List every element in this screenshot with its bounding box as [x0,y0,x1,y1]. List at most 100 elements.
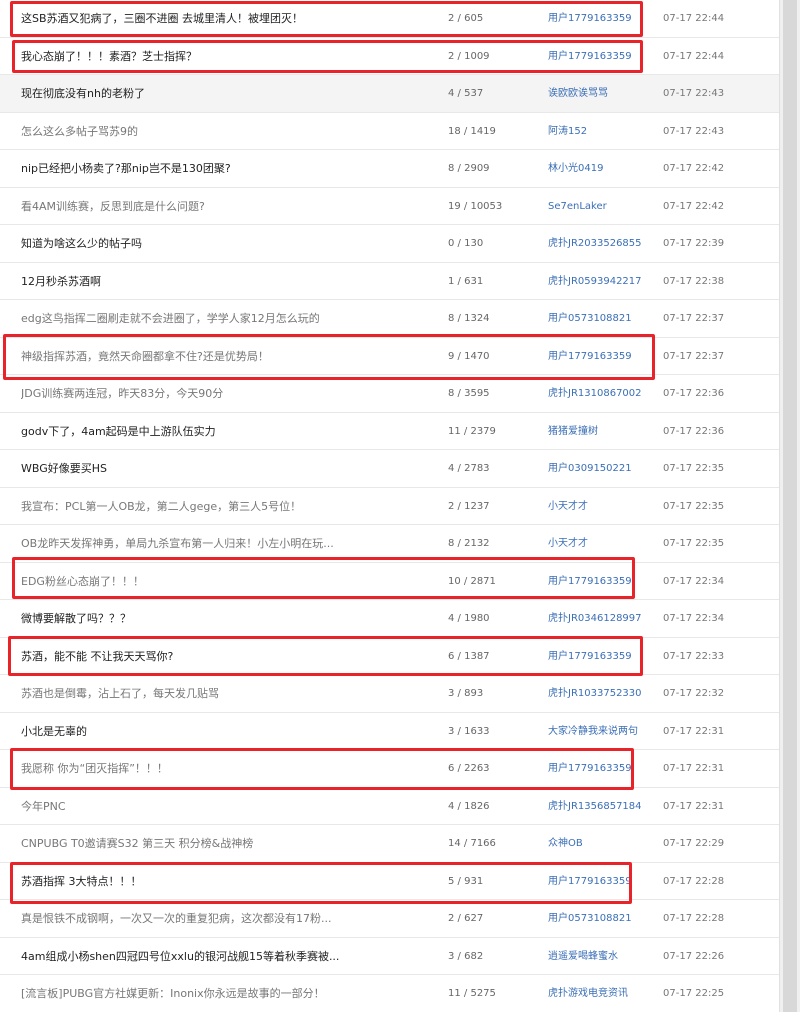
thread-row[interactable]: 现在彻底没有nh的老粉了 4 / 537 诶欧欧诶骂骂 07-17 22:43 [0,75,779,113]
author-link[interactable]: 用户0309150221 [548,450,632,487]
thread-row[interactable]: 我宣布：PCL第一人OB龙，第二人gege，第三人5号位！ 2 / 1237 小天才… [0,488,779,525]
thread-row[interactable]: [流言板]PUBG官方社媒更新：Inonix你永远是故事的一部分！ 11 / 52… [0,975,779,1012]
thread-row[interactable]: 苏酒也是倒霉，沾上石了，每天发几贴骂 3 / 893 虎扑JR1033752330 0… [0,675,779,713]
reply-view-count: 2 / 627 [448,913,484,924]
reply-view-count: 4 / 2783 [448,463,490,474]
thread-row[interactable]: OB龙昨天发挥神勇，单局九杀宣布第一人归来！小左小明在玩... 8 / 2132 小… [0,525,779,563]
author-link[interactable]: 用户1779163359 [548,38,632,75]
reply-view-count: 5 / 931 [448,875,484,887]
reply-view-count: 4 / 537 [448,88,484,99]
thread-title-link[interactable]: 苏酒，能不能 不让我天天骂你? [21,638,173,675]
thread-title-link[interactable]: edg这鸟指挥二圈刷走就不会进圈了，学学人家12月怎么玩的 [21,300,320,337]
thread-title-link[interactable]: 神级指挥苏酒，竟然天命圈都拿不住?还是优势局！ [21,338,269,375]
thread-row[interactable]: 今年PNC 4 / 1826 虎扑JR1356857184 07-17 22:31 [0,788,779,825]
author-link[interactable]: 猪猪爱撞树 [548,413,598,450]
thread-row[interactable]: 这SB苏酒又犯病了，三圈不进圈 去城里清人！被埋团灭！ 2 / 605 用户1779… [0,0,779,38]
author-link[interactable]: 用户1779163359 [548,750,632,787]
author-link[interactable]: 逍遥爱喝蜂蜜水 [548,938,618,975]
thread-row[interactable]: godv下了，4am起码是中上游队伍实力 11 / 2379 猪猪爱撞树 07-17 … [0,413,779,450]
thread-row[interactable]: 我心态崩了！！！素酒？芝士指挥？ 2 / 1009 用户1779163359 07-1… [0,38,779,75]
author-link[interactable]: 用户0573108821 [548,300,632,337]
reply-view-count: 19 / 10053 [448,200,503,212]
author-link[interactable]: 虎扑JR1356857184 [548,788,642,825]
thread-title-link[interactable]: 知道为啥这么少的帖子吗 [21,225,142,262]
thread-row[interactable]: 4am组成小杨shen四冠四号位xxlu的银河战舰15等着秋季赛被... 3 / … [0,938,779,975]
thread-row[interactable]: 小北是无辜的 3 / 1633 大家冷静我来说两句 07-17 22:31 [0,713,779,750]
thread-title-link[interactable]: 今年PNC [21,788,66,825]
thread-title-link[interactable]: JDG训练赛两连冠，昨天83分，今天90分 [21,375,223,412]
author-link[interactable]: 众神OB [548,825,583,862]
thread-title-link[interactable]: 我宣布：PCL第一人OB龙，第二人gege，第三人5号位！ [21,488,301,525]
thread-row[interactable]: nip已经把小杨卖了?那nip岂不是130团聚? 8 / 2909 林小光0419 0… [0,150,779,188]
thread-row[interactable]: 真是恨铁不成钢啊，一次又一次的重复犯病，这次都没有17粉... 2 / 627 用户… [0,900,779,938]
post-time: 07-17 22:34 [663,575,725,587]
author-link[interactable]: 用户1779163359 [548,863,632,900]
scrollbar-track[interactable] [779,0,800,1012]
thread-title-link[interactable]: 我心态崩了！！！素酒？芝士指挥？ [21,38,197,75]
thread-title-link[interactable]: 看4AM训练赛，反思到底是什么问题? [21,188,205,225]
author-link[interactable]: 虎扑JR1033752330 [548,675,642,712]
thread-title-link[interactable]: 现在彻底没有nh的老粉了 [21,75,145,112]
thread-row[interactable]: 知道为啥这么少的帖子吗 0 / 130 虎扑JR2033526855 07-17 22… [0,225,779,263]
reply-view-count: 8 / 2132 [448,538,490,549]
author-link[interactable]: 小天才才 [548,525,588,562]
author-link[interactable]: 诶欧欧诶骂骂 [548,75,608,112]
thread-row[interactable]: 苏酒指挥 3大特点！！！ 5 / 931 用户1779163359 07-17 22:… [0,863,779,900]
thread-title-link[interactable]: OB龙昨天发挥神勇，单局九杀宣布第一人归来！小左小明在玩... [21,525,334,562]
thread-title-link[interactable]: 真是恨铁不成钢啊，一次又一次的重复犯病，这次都没有17粉... [21,900,332,937]
thread-title-link[interactable]: godv下了，4am起码是中上游队伍实力 [21,413,216,450]
author-link[interactable]: 虎扑JR2033526855 [548,225,642,262]
author-link[interactable]: Se7enLaker [548,188,607,225]
thread-title-link[interactable]: 4am组成小杨shen四冠四号位xxlu的银河战舰15等着秋季赛被... [21,938,339,975]
thread-row[interactable]: 神级指挥苏酒，竟然天命圈都拿不住?还是优势局！ 9 / 1470 用户1779163… [0,338,779,375]
thread-row[interactable]: 12月秒杀苏酒啊 1 / 631 虎扑JR0593942217 07-17 22:38 [0,263,779,300]
thread-title-link[interactable]: CNPUBG T0邀请赛S32 第三天 积分榜&战神榜 [21,825,253,862]
author-link[interactable]: 用户1779163359 [548,338,632,375]
post-time: 07-17 22:43 [663,125,725,137]
thread-row[interactable]: CNPUBG T0邀请赛S32 第三天 积分榜&战神榜 14 / 7166 众神OB… [0,825,779,863]
thread-title-link[interactable]: 苏酒也是倒霉，沾上石了，每天发几贴骂 [21,675,219,712]
post-time: 07-17 22:36 [663,425,725,437]
thread-row[interactable]: 我愿称 你为“团灭指挥”！！！ 6 / 2263 用户1779163359 07-17… [0,750,779,788]
thread-row[interactable]: 微博要解散了吗？？？ 4 / 1980 虎扑JR0346128997 07-17 22… [0,600,779,638]
thread-row[interactable]: 看4AM训练赛，反思到底是什么问题? 19 / 10053 Se7enLaker 07… [0,188,779,225]
thread-title-link[interactable]: 苏酒指挥 3大特点！！！ [21,863,142,900]
thread-row[interactable]: 怎么这么多帖子骂苏9的 18 / 1419 阿涛152 07-17 22:43 [0,113,779,150]
thread-row[interactable]: WBG好像要买HS 4 / 2783 用户0309150221 07-17 22:35 [0,450,779,488]
author-link[interactable]: 阿涛152 [548,113,587,150]
scrollbar-thumb[interactable] [783,0,797,1012]
author-link[interactable]: 虎扑游戏电竞资讯 [548,975,628,1012]
author-link[interactable]: 虎扑JR0593942217 [548,263,642,300]
thread-title-link[interactable]: EDG粉丝心态崩了！！！ [21,563,144,600]
thread-title-link[interactable]: 我愿称 你为“团灭指挥”！！！ [21,750,168,787]
author-link[interactable]: 小天才才 [548,488,588,525]
author-link[interactable]: 虎扑JR0346128997 [548,600,642,637]
thread-row[interactable]: JDG训练赛两连冠，昨天83分，今天90分 8 / 3595 虎扑JR1310867… [0,375,779,413]
reply-view-count: 8 / 1324 [448,313,490,324]
thread-title-link[interactable]: WBG好像要买HS [21,450,107,487]
reply-view-count: 3 / 682 [448,950,484,962]
post-time: 07-17 22:35 [663,463,725,474]
thread-title-link[interactable]: 怎么这么多帖子骂苏9的 [21,113,138,150]
thread-title-link[interactable]: 12月秒杀苏酒啊 [21,263,101,300]
thread-title-link[interactable]: 小北是无辜的 [21,713,87,750]
author-link[interactable]: 林小光0419 [548,150,603,187]
author-link[interactable]: 虎扑JR1310867002 [548,375,642,412]
thread-title-link[interactable]: 这SB苏酒又犯病了，三圈不进圈 去城里清人！被埋团灭！ [21,0,303,37]
author-link[interactable]: 用户1779163359 [548,563,632,600]
thread-title-link[interactable]: nip已经把小杨卖了?那nip岂不是130团聚? [21,150,231,187]
post-time: 07-17 22:38 [663,275,725,287]
thread-title-link[interactable]: 微博要解散了吗？？？ [21,600,131,637]
thread-row[interactable]: 苏酒，能不能 不让我天天骂你? 6 / 1387 用户1779163359 07-17… [0,638,779,675]
author-link[interactable]: 用户1779163359 [548,0,632,37]
thread-row[interactable]: edg这鸟指挥二圈刷走就不会进圈了，学学人家12月怎么玩的 8 / 1324 用户0… [0,300,779,338]
author-link[interactable]: 大家冷静我来说两句 [548,713,638,750]
author-link[interactable]: 用户1779163359 [548,638,632,675]
reply-view-count: 4 / 1826 [448,800,490,812]
author-link[interactable]: 用户0573108821 [548,900,632,937]
thread-row[interactable]: EDG粉丝心态崩了！！！ 10 / 2871 用户1779163359 07-17 2… [0,563,779,600]
thread-title-link[interactable]: [流言板]PUBG官方社媒更新：Inonix你永远是故事的一部分！ [21,975,325,1012]
reply-view-count: 9 / 1470 [448,350,490,362]
reply-view-count: 0 / 130 [448,238,484,249]
reply-view-count: 11 / 5275 [448,988,496,999]
